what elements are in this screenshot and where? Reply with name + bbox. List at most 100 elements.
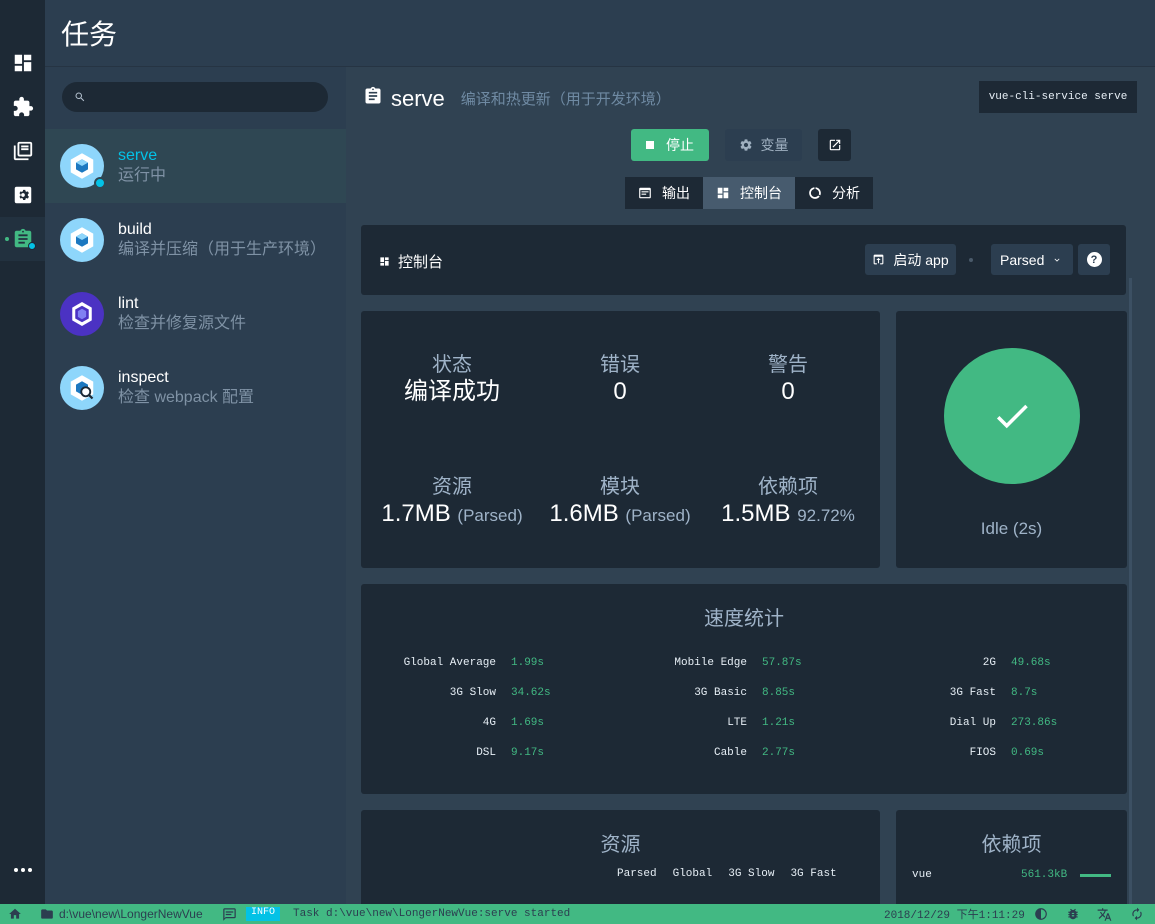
stat-status: 状态 编译成功 bbox=[367, 353, 537, 407]
tab-output[interactable]: 输出 bbox=[625, 177, 703, 209]
translate-icon bbox=[1097, 907, 1112, 921]
launch-app-label: 启动 app bbox=[893, 251, 949, 268]
speed-stat-label: Global Average bbox=[403, 657, 496, 669]
tab-label: 输出 bbox=[662, 185, 690, 201]
console-log-button[interactable] bbox=[222, 904, 237, 924]
log-message: Task d:\vue\new\LongerNewVue:serve start… bbox=[293, 908, 571, 920]
speed-stats-title: 速度统计 bbox=[704, 608, 784, 630]
dependency-size-bar bbox=[1080, 874, 1111, 877]
refresh-button[interactable] bbox=[1130, 904, 1144, 924]
column-header: 3G Slow bbox=[728, 868, 775, 880]
success-indicator bbox=[944, 348, 1080, 484]
speed-stat-label: LTE bbox=[727, 717, 747, 729]
speed-stat-item: 2G 49.68s bbox=[866, 657, 1051, 669]
nav-plugins-button[interactable] bbox=[0, 85, 45, 129]
stat-value: 0 bbox=[613, 378, 627, 405]
speed-stat-item: LTE 1.21s bbox=[617, 717, 795, 729]
chevron-down-icon bbox=[1054, 258, 1060, 262]
tab-label: 控制台 bbox=[740, 185, 782, 201]
log-level-badge: INFO bbox=[246, 904, 281, 924]
library-icon bbox=[13, 141, 32, 161]
idle-status: Idle (2s) bbox=[980, 519, 1043, 538]
speed-stat-value: 1.99s bbox=[511, 657, 545, 669]
speed-stat-value: 2.77s bbox=[762, 747, 796, 759]
speed-stats-card: 速度统计 Global Average 1.99s Mobile Edge 57.87… bbox=[361, 584, 1127, 794]
project-path-button[interactable]: d:\vue\new\LongerNewVue bbox=[40, 904, 203, 924]
log-time: 2018/12/29 下午1:11:29 bbox=[884, 910, 1025, 922]
speed-stat-item: 4G 1.69s bbox=[366, 717, 544, 729]
translate-button[interactable] bbox=[1097, 904, 1112, 924]
stat-label: 状态 bbox=[432, 354, 472, 376]
speed-stat-label: Mobile Edge bbox=[674, 657, 747, 669]
stat-unit: (Parsed) bbox=[625, 506, 691, 525]
launch-app-button[interactable]: 启动 app bbox=[865, 244, 956, 275]
nav-config-button[interactable] bbox=[0, 173, 45, 217]
dependencies-card: 依赖项 vue 561.3kB bbox=[896, 810, 1127, 904]
clipboard-icon bbox=[363, 85, 383, 112]
report-bug-button[interactable] bbox=[1066, 904, 1080, 924]
task-item-lint[interactable]: lint 检查并修复源文件 bbox=[45, 277, 346, 351]
task-item-inspect[interactable]: inspect 检查 webpack 配置 bbox=[45, 351, 346, 425]
stat-label: 警告 bbox=[768, 354, 808, 376]
assets-title: 资源 bbox=[600, 834, 641, 856]
page-title: 任务 bbox=[61, 19, 118, 50]
speed-stat-value: 49.68s bbox=[1011, 657, 1051, 669]
webpack-inspect-icon bbox=[60, 366, 104, 410]
size-mode-select[interactable]: Parsed bbox=[991, 244, 1073, 275]
tab-analyzer[interactable]: 分析 bbox=[795, 177, 873, 209]
gear-icon bbox=[14, 186, 31, 204]
tab-dashboard[interactable]: 控制台 bbox=[703, 177, 795, 209]
contrast-icon bbox=[1035, 908, 1047, 920]
task-command: vue-cli-service serve bbox=[979, 81, 1137, 113]
task-detail-name: serve bbox=[391, 85, 445, 111]
stat-label: 资源 bbox=[432, 476, 472, 498]
folder-icon bbox=[41, 909, 53, 919]
variables-button[interactable]: 变量 bbox=[725, 129, 802, 161]
speed-stat-label: FIOS bbox=[969, 747, 996, 759]
task-search-input[interactable] bbox=[62, 82, 328, 112]
stat-label: 模块 bbox=[600, 476, 640, 498]
task-item-build[interactable]: build 编译并压缩（用于生产环境） bbox=[45, 203, 346, 277]
speed-stat-item: Global Average 1.99s bbox=[366, 657, 544, 669]
speed-stat-item: Mobile Edge 57.87s bbox=[617, 657, 801, 669]
dashboard-toolbar: 控制台 启动 app Parsed ? bbox=[361, 225, 1126, 295]
stat-value: 1.6MB bbox=[549, 500, 619, 527]
task-desc: 运行中 bbox=[118, 167, 167, 184]
task-name: serve bbox=[118, 147, 158, 164]
task-title: serve 编译和热更新（用于开发环境） bbox=[363, 85, 671, 112]
nav-dependencies-button[interactable] bbox=[0, 129, 45, 173]
stat-dependencies: 依赖项 1.5MB 92.72% bbox=[703, 475, 873, 531]
dark-mode-button[interactable] bbox=[1034, 904, 1048, 924]
task-desc: 检查 webpack 配置 bbox=[118, 389, 255, 406]
separator-dot bbox=[969, 258, 973, 262]
open-external-button[interactable] bbox=[818, 129, 851, 161]
webpack-icon bbox=[60, 218, 104, 262]
task-list-panel: serve 运行中 build 编译并压缩（用于生产环境） lint 检查并修复… bbox=[45, 67, 346, 904]
dependency-size: 561.3kB bbox=[1021, 869, 1068, 881]
task-name: lint bbox=[118, 295, 139, 312]
stat-unit: (Parsed) bbox=[457, 506, 523, 525]
stop-button[interactable]: 停止 bbox=[631, 129, 709, 161]
variables-label: 变量 bbox=[760, 137, 789, 153]
terminal-icon bbox=[639, 187, 651, 199]
speed-stat-value: 273.86s bbox=[1011, 717, 1058, 729]
speed-stat-value: 9.17s bbox=[511, 747, 545, 759]
project-nav bbox=[0, 0, 45, 904]
dependencies-title: 依赖项 bbox=[981, 834, 1042, 856]
stat-errors: 错误 0 bbox=[535, 353, 705, 407]
help-icon: ? bbox=[1086, 252, 1102, 267]
check-icon bbox=[996, 404, 1028, 429]
home-button[interactable] bbox=[8, 904, 22, 924]
scrollbar[interactable] bbox=[1129, 278, 1132, 904]
speed-stat-label: 3G Slow bbox=[449, 687, 496, 699]
more-icon[interactable] bbox=[0, 860, 45, 880]
nav-tasks-button[interactable] bbox=[0, 217, 45, 261]
column-header: 3G Fast bbox=[790, 868, 837, 880]
column-header: Global bbox=[672, 868, 713, 880]
nav-dashboard-button[interactable] bbox=[0, 41, 45, 85]
task-item-serve[interactable]: serve 运行中 bbox=[45, 129, 346, 203]
help-button[interactable]: ? bbox=[1078, 244, 1110, 275]
stat-modules: 模块 1.6MB (Parsed) bbox=[535, 475, 705, 531]
dependency-name: vue bbox=[912, 869, 932, 881]
stat-percent: 92.72% bbox=[797, 506, 855, 525]
